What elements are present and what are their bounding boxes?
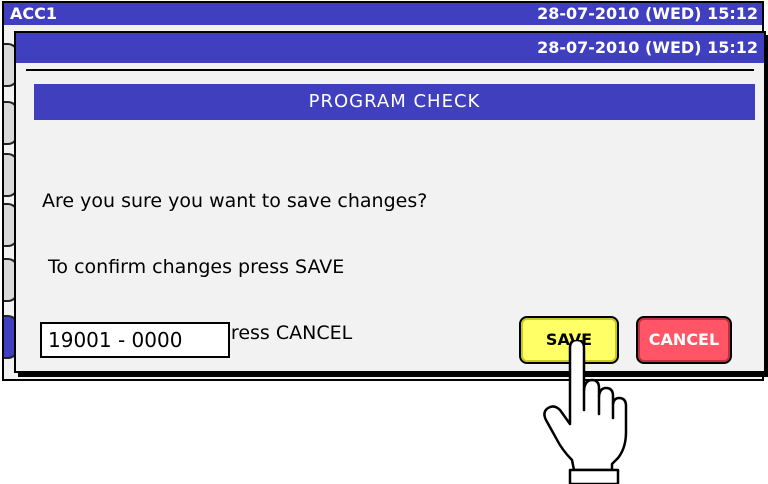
record-code-field: 19001 - 0000 [40,322,230,358]
dialog-titlebar: 28-07-2010 (WED) 15:12 [16,33,764,63]
program-check-dialog: 28-07-2010 (WED) 15:12 PROGRAM CHECK Are… [14,31,766,373]
pointing-hand-icon [543,340,628,484]
message-line: To confirm changes press SAVE [42,256,345,278]
dialog-datetime: 28-07-2010 (WED) 15:12 [537,38,758,57]
background-titlebar: ACC1 28-07-2010 (WED) 15:12 [4,3,762,25]
dialog-header: PROGRAM CHECK [34,84,755,120]
background-title: ACC1 [10,4,57,23]
message-line: Are you sure you want to save changes? [42,190,428,212]
cancel-button[interactable]: CANCEL [636,316,732,364]
background-datetime: 28-07-2010 (WED) 15:12 [537,4,758,23]
dialog-divider [26,69,754,71]
